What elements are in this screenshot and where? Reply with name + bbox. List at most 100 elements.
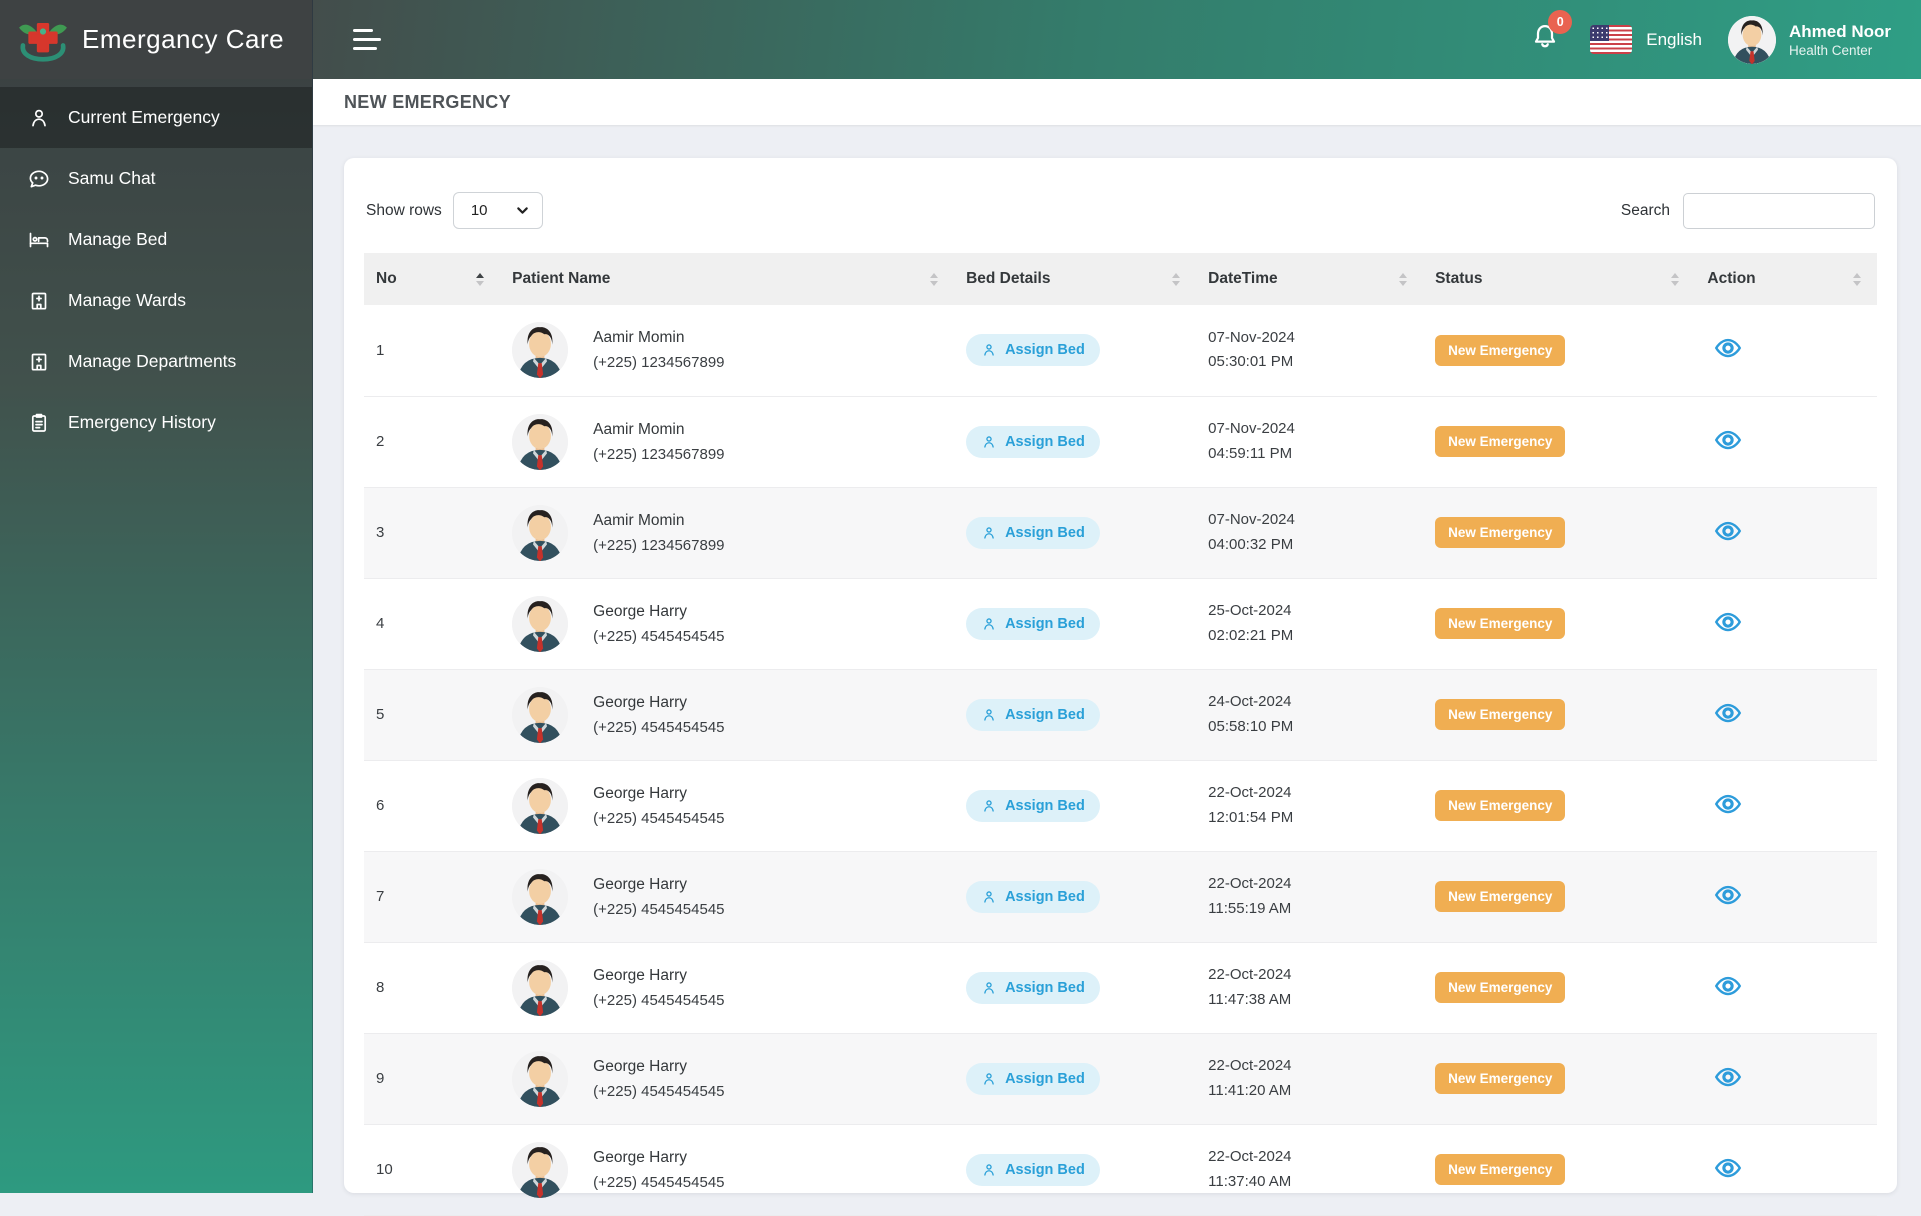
view-button[interactable] — [1707, 333, 1743, 363]
row-time: 12:01:54 PM — [1208, 808, 1294, 826]
menu-toggle-button[interactable] — [347, 23, 387, 56]
status-badge: New Emergency — [1435, 881, 1566, 912]
assign-bed-button[interactable]: Assign Bed — [966, 880, 1100, 913]
column-header-label: DateTime — [1208, 270, 1278, 287]
table-row: 3 Aamir Momin (+225) 1234567899 Assign B… — [364, 487, 1877, 579]
patient-name: George Harry — [593, 693, 688, 711]
view-button[interactable] — [1707, 789, 1743, 819]
view-button[interactable] — [1707, 971, 1743, 1001]
assign-bed-label: Assign Bed — [1005, 706, 1085, 723]
row-number: 6 — [376, 797, 385, 814]
clipboard-icon — [27, 411, 51, 435]
eye-icon — [1715, 794, 1742, 813]
sidebar-item-emergency-history[interactable]: Emergency History — [0, 392, 312, 453]
sort-arrows-icon — [1172, 272, 1181, 286]
table-row: 9 George Harry (+225) 4545454545 Assign … — [364, 1033, 1877, 1125]
patient-name: George Harry — [593, 602, 688, 620]
assign-bed-button[interactable]: Assign Bed — [966, 698, 1100, 731]
sidebar-item-manage-bed[interactable]: Manage Bed — [0, 209, 312, 270]
column-header-status[interactable]: Status — [1423, 253, 1696, 305]
hamburger-icon — [353, 29, 373, 32]
assign-bed-label: Assign Bed — [1005, 615, 1085, 632]
view-button[interactable] — [1707, 425, 1743, 455]
patient-name: George Harry — [593, 966, 688, 984]
assign-bed-button[interactable]: Assign Bed — [966, 516, 1100, 549]
view-button[interactable] — [1707, 516, 1743, 546]
column-header-action[interactable]: Action — [1695, 253, 1877, 305]
eye-icon — [1715, 521, 1742, 540]
rows-per-page-value: 10 — [470, 202, 488, 219]
sort-arrows-icon — [1399, 272, 1408, 286]
patient-avatar — [512, 777, 569, 834]
assign-bed-button[interactable]: Assign Bed — [966, 334, 1100, 367]
status-badge: New Emergency — [1435, 426, 1566, 457]
patient-phone: (+225) 1234567899 — [593, 536, 725, 554]
status-badge: New Emergency — [1435, 517, 1566, 548]
sidebar-item-label: Manage Wards — [68, 290, 187, 310]
assign-bed-button[interactable]: Assign Bed — [966, 607, 1100, 640]
notifications-button[interactable]: 0 — [1526, 10, 1573, 61]
person-icon — [984, 526, 994, 539]
person-icon — [984, 435, 994, 448]
assign-bed-button[interactable]: Assign Bed — [966, 1153, 1100, 1186]
status-badge: New Emergency — [1435, 608, 1566, 639]
view-button[interactable] — [1707, 880, 1743, 910]
sidebar-item-manage-departments[interactable]: Manage Departments — [0, 331, 312, 392]
row-number: 8 — [376, 979, 385, 996]
table-row: 10 George Harry (+225) 4545454545 Assign… — [364, 1124, 1877, 1216]
patient-avatar — [512, 686, 569, 743]
column-header-datetime[interactable]: DateTime — [1196, 253, 1424, 305]
patient-phone: (+225) 4545454545 — [593, 809, 725, 827]
column-header-no[interactable]: No — [364, 253, 501, 305]
column-header-patient-name[interactable]: Patient Name — [500, 253, 955, 305]
user-avatar — [1728, 15, 1776, 64]
patient-name: George Harry — [593, 1057, 688, 1075]
patient-phone: (+225) 4545454545 — [593, 718, 725, 736]
row-number: 3 — [376, 524, 385, 541]
person-icon — [984, 617, 994, 630]
sidebar-item-current-emergency[interactable]: Current Emergency — [0, 87, 312, 148]
user-name: Ahmed Noor — [1789, 22, 1891, 42]
rows-per-page-select[interactable]: 10 — [452, 192, 543, 229]
content-area: Show rows 10 Search No Patient Name Bed … — [313, 125, 1921, 1216]
person-icon — [984, 981, 994, 994]
sidebar-item-samu-chat[interactable]: Samu Chat — [0, 148, 312, 209]
language-selector[interactable]: English — [1646, 30, 1702, 50]
row-date: 22-Oct-2024 — [1208, 1147, 1292, 1165]
table-row: 4 George Harry (+225) 4545454545 Assign … — [364, 578, 1877, 670]
person-icon — [984, 344, 994, 356]
bed-icon — [27, 228, 51, 252]
row-date: 25-Oct-2024 — [1208, 601, 1292, 619]
patient-avatar — [512, 959, 569, 1016]
row-date: 22-Oct-2024 — [1208, 874, 1292, 892]
person-icon — [27, 106, 51, 130]
sidebar-item-label: Samu Chat — [68, 168, 156, 188]
view-button[interactable] — [1707, 1062, 1743, 1092]
user-menu[interactable]: Ahmed Noor Health Center — [1728, 15, 1891, 64]
patient-phone: (+225) 4545454545 — [593, 1173, 725, 1191]
row-time: 11:41:20 AM — [1208, 1081, 1292, 1099]
assign-bed-button[interactable]: Assign Bed — [966, 425, 1100, 458]
patient-avatar — [512, 413, 569, 470]
assign-bed-button[interactable]: Assign Bed — [966, 971, 1100, 1004]
us-flag-icon[interactable] — [1590, 25, 1633, 54]
view-button[interactable] — [1707, 607, 1743, 637]
assign-bed-button[interactable]: Assign Bed — [966, 789, 1100, 822]
status-badge: New Emergency — [1435, 972, 1566, 1003]
row-number: 7 — [376, 888, 385, 905]
search-input[interactable] — [1683, 192, 1875, 229]
patient-phone: (+225) 1234567899 — [593, 354, 725, 372]
column-header-label: Bed Details — [966, 270, 1051, 287]
person-icon — [984, 890, 994, 903]
sidebar-item-manage-wards[interactable]: Manage Wards — [0, 270, 312, 331]
assign-bed-button[interactable]: Assign Bed — [966, 1062, 1100, 1095]
view-button[interactable] — [1707, 698, 1743, 728]
row-number: 4 — [376, 615, 385, 632]
eye-icon — [1715, 703, 1742, 722]
column-header-label: Action — [1707, 270, 1756, 287]
table-row: 6 George Harry (+225) 4545454545 Assign … — [364, 760, 1877, 852]
row-date: 22-Oct-2024 — [1208, 965, 1292, 983]
view-button[interactable] — [1707, 1153, 1743, 1183]
column-header-bed-details[interactable]: Bed Details — [954, 253, 1197, 305]
patient-avatar — [512, 504, 569, 561]
